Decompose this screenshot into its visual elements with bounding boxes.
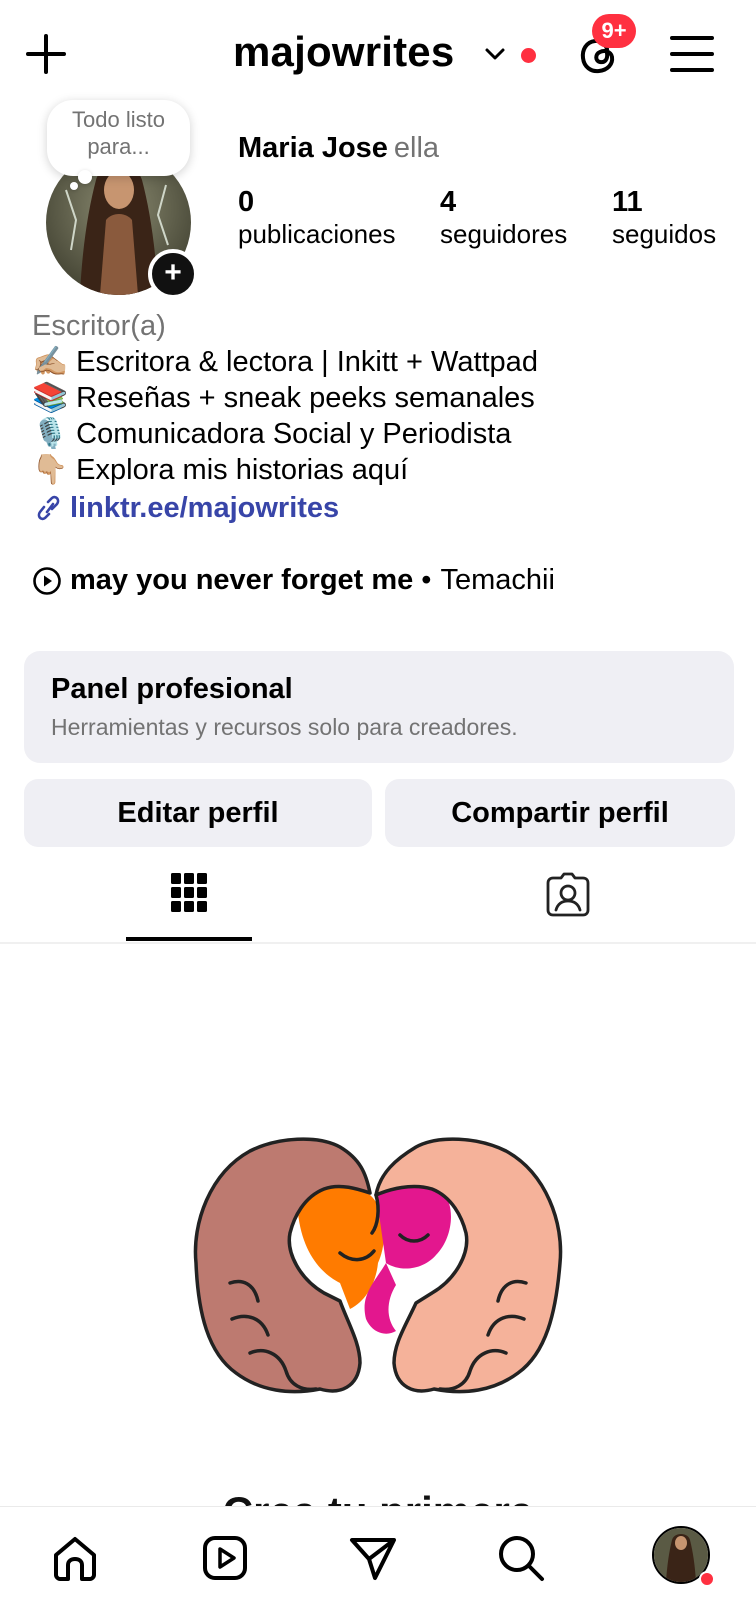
chevron-down-icon[interactable]	[483, 44, 507, 64]
profile-name: Maria Jose ella	[238, 132, 439, 165]
panel-title: Panel profesional	[51, 673, 293, 705]
add-story-button[interactable]: +	[148, 249, 198, 299]
bio-link-text[interactable]: linktr.ee/majowrites	[70, 490, 339, 526]
bio-line: 👇🏼 Explora mis historias aquí	[32, 454, 409, 486]
full-name: Maria Jose	[238, 132, 388, 164]
tagged-icon[interactable]	[545, 872, 591, 918]
note-bubble-tail-small	[70, 182, 78, 190]
notification-badge: 9+	[592, 14, 636, 48]
bio-category: Escritor(a)	[32, 310, 166, 342]
note-bubble[interactable]: Todo listo para...	[47, 100, 190, 176]
search-icon[interactable]	[496, 1533, 546, 1583]
professional-dashboard[interactable]: Panel profesional Herramientas y recurso…	[24, 651, 734, 763]
music-artist: Temachii	[440, 564, 555, 596]
pronoun: ella	[393, 132, 440, 164]
username-title[interactable]: majowrites	[233, 28, 454, 76]
profile-music[interactable]: may you never forget me • Temachii	[32, 564, 555, 597]
stat-posts[interactable]: 0 publicaciones	[238, 186, 396, 250]
reels-icon[interactable]	[200, 1533, 250, 1583]
heart-hands-illustration	[193, 1137, 563, 1394]
note-bubble-tail	[78, 170, 92, 184]
share-profile-button[interactable]: Compartir perfil	[385, 779, 735, 847]
stat-following-count: 11	[612, 186, 643, 218]
bio-line: 📚 Reseñas + sneak peeks semanales	[32, 382, 535, 414]
tabs-divider	[0, 942, 756, 944]
top-bar: majowrites 9+	[0, 0, 756, 108]
music-song: may you never forget me	[70, 564, 414, 596]
menu-icon[interactable]	[670, 34, 714, 74]
home-icon[interactable]	[50, 1533, 100, 1583]
active-tab-indicator	[126, 937, 252, 941]
stat-posts-count: 0	[238, 186, 255, 218]
bio-link[interactable]: linktr.ee/majowrites	[32, 490, 732, 526]
bottom-navigation	[0, 1506, 756, 1601]
unread-dot	[521, 48, 536, 63]
plus-icon[interactable]	[22, 30, 70, 78]
bio-line: ✍🏼 Escritora & lectora | Inkitt + Wattpa…	[32, 346, 538, 378]
grid-icon[interactable]	[170, 871, 208, 915]
stat-followers[interactable]: 4 seguidores	[440, 186, 567, 250]
edit-profile-button[interactable]: Editar perfil	[24, 779, 372, 847]
direct-icon[interactable]	[348, 1533, 398, 1583]
link-icon	[37, 495, 60, 521]
stat-following-label: seguidos	[612, 219, 717, 249]
stat-followers-count: 4	[440, 186, 457, 218]
profile-notification-dot	[699, 1571, 715, 1587]
play-circle-icon	[33, 566, 61, 595]
music-separator: •	[421, 564, 432, 596]
stat-following[interactable]: 11 seguidos	[612, 186, 716, 250]
stat-followers-label: seguidores	[440, 219, 568, 249]
stat-posts-label: publicaciones	[238, 219, 396, 249]
panel-subtitle: Herramientas y recursos solo para creado…	[51, 714, 518, 740]
bio: Escritor(a) ✍🏼 Escritora & lectora | Ink…	[32, 308, 732, 526]
bio-line: 🎙️ Comunicadora Social y Periodista	[32, 418, 512, 450]
